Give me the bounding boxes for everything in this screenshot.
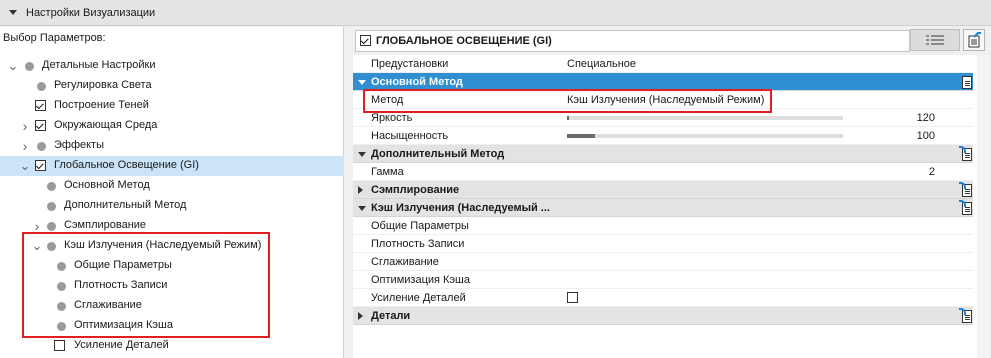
property-key: Детали <box>371 309 411 322</box>
property-group-header[interactable]: Кэш Излучения (Наследуемый ... <box>353 199 973 217</box>
tree-checkbox[interactable] <box>35 100 46 111</box>
bullet-dot-icon <box>47 222 56 231</box>
property-key: Оптимизация Кэша <box>371 273 470 286</box>
tree-item[interactable]: › Окружающая Среда <box>0 116 344 136</box>
property-key: Усиление Деталей <box>371 291 466 304</box>
property-slider[interactable] <box>567 116 843 120</box>
property-row[interactable]: Сглаживание <box>353 253 973 271</box>
property-key: Общие Параметры <box>371 219 469 232</box>
settings-title: Настройки Визуализации <box>26 6 156 19</box>
section-label: Выбор Параметров: <box>3 32 106 44</box>
expand-right-icon[interactable] <box>358 186 363 194</box>
page-arrow-icon[interactable] <box>959 182 973 198</box>
bullet-dot-icon <box>37 142 46 151</box>
property-group-header[interactable]: Детали <box>353 307 973 325</box>
tree-item[interactable]: ⌄ Детальные Настройки <box>0 56 344 76</box>
property-key: Кэш Излучения (Наследуемый ... <box>371 201 550 214</box>
property-key: Основной Метод <box>371 75 463 88</box>
property-key: Гамма <box>371 165 404 178</box>
tree-item-label: Дополнительный Метод <box>64 199 187 211</box>
property-row[interactable]: Плотность Записи <box>353 235 973 253</box>
tree-item[interactable]: Основной Метод <box>0 176 344 196</box>
tree-item-label: Эффекты <box>54 139 105 151</box>
bullet-dot-icon <box>47 182 56 191</box>
bullet-dot-icon <box>37 82 46 91</box>
tree-item-label: Глобальное Освещение (GI) <box>54 159 199 171</box>
page-arrow-icon[interactable] <box>959 74 973 90</box>
tree-item[interactable]: Усиление Деталей <box>0 336 344 356</box>
slider-value[interactable]: 120 <box>885 112 935 124</box>
property-key: Сэмплирование <box>371 183 460 196</box>
tree-item[interactable]: › Эффекты <box>0 136 344 156</box>
property-row[interactable]: Насыщенность 100 <box>353 127 973 145</box>
chevron-down-icon[interactable]: ⌄ <box>8 58 19 73</box>
property-group-header[interactable]: Сэмплирование <box>353 181 973 199</box>
expand-down-icon[interactable] <box>358 152 366 157</box>
property-value[interactable]: Специальное <box>567 58 636 70</box>
page-arrow-icon[interactable] <box>959 200 973 216</box>
grid-scrollbar[interactable] <box>977 55 989 358</box>
tree-item-label: Детальные Настройки <box>42 59 156 71</box>
tree-item-label: Окружающая Среда <box>54 119 158 131</box>
tree-item[interactable]: ⌄ Глобальное Освещение (GI) <box>0 156 344 176</box>
chevron-down-icon[interactable]: ⌄ <box>20 158 31 173</box>
bullet-dot-icon <box>25 62 34 71</box>
list-icon <box>926 35 944 45</box>
property-key: Дополнительный Метод <box>371 147 505 160</box>
property-row[interactable]: Оптимизация Кэша <box>353 271 973 289</box>
edit-page-icon <box>968 32 981 48</box>
property-row[interactable]: Предустановки Специальное <box>353 55 973 73</box>
tree-checkbox[interactable] <box>35 120 46 131</box>
property-row[interactable]: Общие Параметры <box>353 217 973 235</box>
expand-down-icon[interactable] <box>358 206 366 211</box>
left-panel: Выбор Параметров: ⌄ Детальные Настройки Ре… <box>0 27 344 358</box>
right-panel: ГЛОБАЛЬНОЕ ОСВЕЩЕНИЕ (GI) Предустановки С… <box>350 27 991 358</box>
highlight-box-method <box>363 89 772 113</box>
property-group-header[interactable]: Дополнительный Метод <box>353 145 973 163</box>
property-key: Яркость <box>371 111 413 124</box>
tree-item-label: Регулировка Света <box>54 79 152 91</box>
slider-fill <box>567 116 569 120</box>
tree-item-label: Усиление Деталей <box>74 339 169 351</box>
chevron-right-icon[interactable]: › <box>20 118 30 134</box>
edit-button[interactable] <box>963 29 985 51</box>
property-key: Насыщенность <box>371 129 449 142</box>
tree-item-label: Основной Метод <box>64 179 150 191</box>
collapse-triangle-icon[interactable] <box>9 10 17 15</box>
panel-title-bar: ГЛОБАЛЬНОЕ ОСВЕЩЕНИЕ (GI) <box>355 30 910 52</box>
tree-item-label: Построение Теней <box>54 99 149 111</box>
bullet-dot-icon <box>47 202 56 211</box>
tree-item[interactable]: Регулировка Света <box>0 76 344 96</box>
list-button[interactable] <box>910 29 960 51</box>
chevron-right-icon[interactable]: › <box>20 138 30 154</box>
tree-item[interactable]: Дополнительный Метод <box>0 196 344 216</box>
property-number[interactable]: 2 <box>885 166 935 178</box>
slider-fill <box>567 134 595 138</box>
property-slider[interactable] <box>567 134 843 138</box>
property-row[interactable]: Гамма 2 <box>353 163 973 181</box>
property-checkbox[interactable] <box>567 292 578 303</box>
settings-header[interactable]: Настройки Визуализации <box>0 0 991 26</box>
tree-checkbox[interactable] <box>35 160 46 171</box>
tree-item-label: Сэмплирование <box>64 219 147 231</box>
panel-title: ГЛОБАЛЬНОЕ ОСВЕЩЕНИЕ (GI) <box>376 35 552 47</box>
tree-item[interactable]: Построение Теней <box>0 96 344 116</box>
page-arrow-icon[interactable] <box>959 146 973 162</box>
property-key: Предустановки <box>371 57 449 70</box>
property-key: Плотность Записи <box>371 237 465 250</box>
slider-value[interactable]: 100 <box>885 130 935 142</box>
highlight-box-tree <box>22 232 270 338</box>
expand-down-icon[interactable] <box>358 80 366 85</box>
gi-enable-checkbox[interactable] <box>360 35 371 46</box>
chevron-right-icon[interactable]: › <box>32 218 42 234</box>
page-arrow-icon[interactable] <box>959 308 973 324</box>
property-key: Сглаживание <box>371 255 439 268</box>
expand-right-icon[interactable] <box>358 312 363 320</box>
tree-checkbox[interactable] <box>54 340 65 351</box>
property-row[interactable]: Усиление Деталей <box>353 289 973 307</box>
